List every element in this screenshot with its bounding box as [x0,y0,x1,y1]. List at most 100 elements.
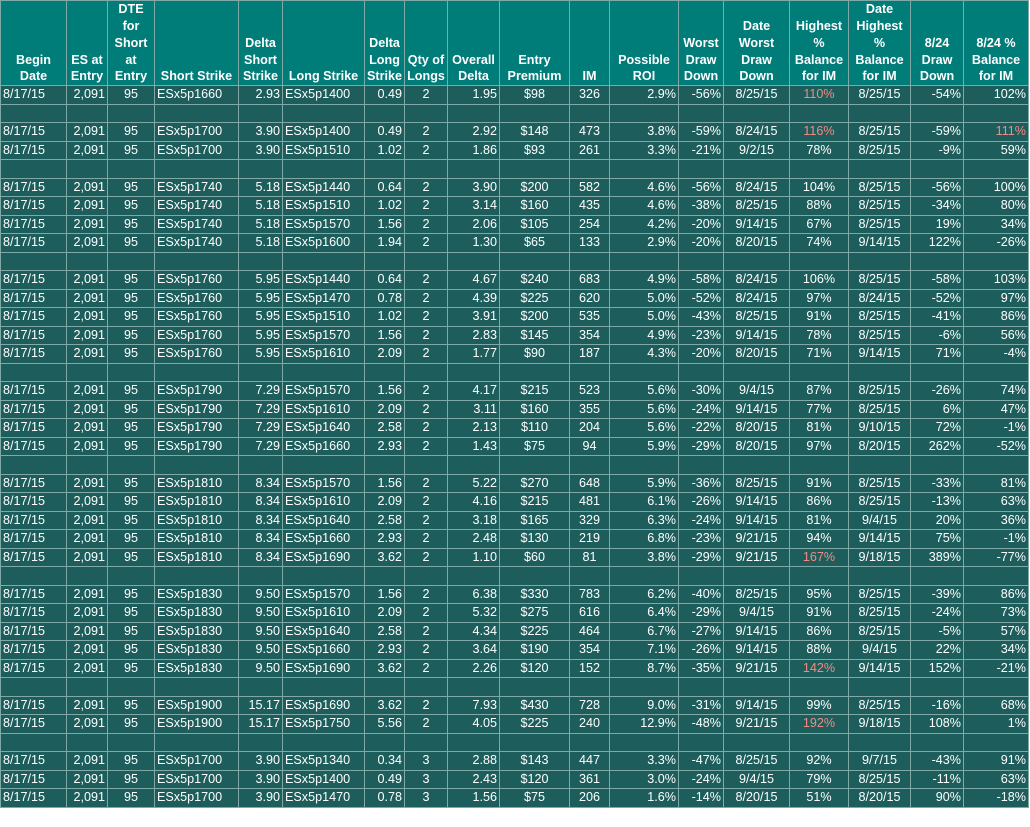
cell-entry-premium: $190 [499,640,570,660]
cell-overall-delta: 4.17 [447,381,500,401]
cell-begin-date: 8/17/15 [0,177,67,197]
table-row: 8/17/15 2,091 95 ESx5p1810 8.34 ESx5p1660 2.93… [0,529,1029,549]
cell-date-worst-draw-down: 8/20/15 [723,233,790,253]
cell-qty-longs: 2 [404,196,448,216]
cell-date-highest-balance-im: 8/25/15 [848,399,911,419]
cell-es-at-entry: 2,091 [66,399,108,419]
cell-824-draw-down: -13% [910,492,964,512]
spacer-cell [364,732,405,752]
cell-824-balance-im: -21% [963,658,1029,678]
spacer-cell [66,251,108,271]
cell-date-worst-draw-down: 9/21/15 [723,658,790,678]
spacer-cell [238,566,283,586]
cell-entry-premium: $225 [499,714,570,734]
cell-delta-short: 5.95 [238,288,283,308]
spacer-cell [569,362,610,382]
cell-date-highest-balance-im: 8/25/15 [848,473,911,493]
cell-dte: 95 [107,270,155,290]
cell-date-highest-balance-im: 8/25/15 [848,270,911,290]
spacer-cell [609,677,679,697]
cell-delta-long: 0.64 [364,177,405,197]
cell-delta-short: 8.34 [238,473,283,493]
cell-entry-premium: $110 [499,418,570,438]
cell-worst-draw-down: -29% [678,436,724,456]
cell-824-balance-im: 91% [963,751,1029,771]
cell-824-draw-down: -11% [910,769,964,789]
cell-es-at-entry: 2,091 [66,307,108,327]
table-row: 8/17/15 2,091 95 ESx5p1760 5.95 ESx5p1510 1.02… [0,307,1029,327]
cell-824-draw-down: 122% [910,233,964,253]
cell-dte: 95 [107,751,155,771]
cell-possible-roi: 6.3% [609,510,679,530]
spacer-row [0,362,1029,382]
spacer-cell [569,159,610,179]
cell-date-worst-draw-down: 8/20/15 [723,788,790,808]
cell-highest-balance-im: 86% [789,621,849,641]
cell-long-strike: ESx5p1510 [282,307,365,327]
cell-date-worst-draw-down: 8/24/15 [723,122,790,142]
table-row: 8/17/15 2,091 95 ESx5p1790 7.29 ESx5p1570 1.56… [0,381,1029,401]
spacer-cell [154,455,239,475]
cell-date-highest-balance-im: 9/14/15 [848,658,911,678]
cell-overall-delta: 2.13 [447,418,500,438]
cell-worst-draw-down: -36% [678,473,724,493]
cell-date-worst-draw-down: 9/4/15 [723,381,790,401]
spacer-cell [238,455,283,475]
options-backtest-table: Begin Date ES at Entry DTE for Short at … [0,0,1029,808]
cell-es-at-entry: 2,091 [66,547,108,567]
cell-delta-long: 2.09 [364,344,405,364]
cell-824-draw-down: 6% [910,399,964,419]
cell-824-balance-im: 34% [963,214,1029,234]
table-row: 8/17/15 2,091 95 ESx5p1790 7.29 ESx5p1660 2.93… [0,436,1029,456]
spacer-cell [66,103,108,123]
cell-824-balance-im: 97% [963,288,1029,308]
cell-long-strike: ESx5p1470 [282,788,365,808]
cell-im: 204 [569,418,610,438]
cell-im: 240 [569,714,610,734]
cell-im: 464 [569,621,610,641]
cell-possible-roi: 7.1% [609,640,679,660]
cell-qty-longs: 2 [404,85,448,105]
cell-date-worst-draw-down: 9/14/15 [723,621,790,641]
cell-es-at-entry: 2,091 [66,381,108,401]
spacer-cell [609,103,679,123]
spacer-cell [678,455,724,475]
cell-date-worst-draw-down: 9/14/15 [723,510,790,530]
cell-begin-date: 8/17/15 [0,603,67,623]
col-dte-short-at-entry: DTE for Short at Entry [107,0,155,86]
spacer-cell [848,677,911,697]
table-body: 8/17/15 2,091 95 ESx5p1660 2.93 ESx5p1400 0.49… [0,85,1029,808]
spacer-row [0,251,1029,271]
cell-highest-balance-im: 67% [789,214,849,234]
cell-es-at-entry: 2,091 [66,85,108,105]
table-row: 8/17/15 2,091 95 ESx5p1760 5.95 ESx5p1470 0.78… [0,288,1029,308]
spacer-cell [910,362,964,382]
cell-delta-long: 3.62 [364,658,405,678]
spacer-cell [848,732,911,752]
cell-dte: 95 [107,122,155,142]
spacer-cell [447,677,500,697]
cell-delta-short: 5.95 [238,307,283,327]
table-row: 8/17/15 2,091 95 ESx5p1660 2.93 ESx5p1400 0.49… [0,85,1029,105]
cell-824-draw-down: -24% [910,603,964,623]
spacer-cell [499,566,570,586]
spacer-cell [609,566,679,586]
cell-delta-short: 8.34 [238,547,283,567]
cell-date-worst-draw-down: 9/4/15 [723,769,790,789]
cell-short-strike: ESx5p1810 [154,473,239,493]
cell-date-worst-draw-down: 9/14/15 [723,214,790,234]
cell-824-draw-down: -33% [910,473,964,493]
cell-long-strike: ESx5p1570 [282,473,365,493]
cell-delta-short: 8.34 [238,492,283,512]
cell-824-draw-down: 90% [910,788,964,808]
cell-short-strike: ESx5p1790 [154,381,239,401]
cell-dte: 95 [107,288,155,308]
cell-delta-long: 2.58 [364,621,405,641]
cell-dte: 95 [107,529,155,549]
cell-short-strike: ESx5p1810 [154,510,239,530]
table-row: 8/17/15 2,091 95 ESx5p1760 5.95 ESx5p1610 2.09… [0,344,1029,364]
cell-dte: 95 [107,695,155,715]
table-row: 8/17/15 2,091 95 ESx5p1830 9.50 ESx5p1640 2.58… [0,621,1029,641]
cell-short-strike: ESx5p1760 [154,344,239,364]
cell-highest-balance-im: 79% [789,769,849,789]
